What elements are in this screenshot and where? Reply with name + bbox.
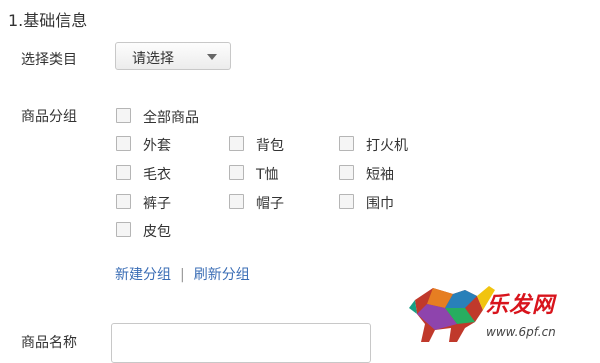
checkbox-label: 全部商品 xyxy=(143,110,199,126)
new-group-link[interactable]: 新建分组 xyxy=(115,267,171,283)
caret-down-icon xyxy=(207,54,217,60)
section-title: 1.基础信息 xyxy=(8,11,88,30)
group-actions: 新建分组 | 刷新分组 xyxy=(115,264,250,284)
checkbox-label: 皮包 xyxy=(143,224,171,240)
category-select[interactable]: 请选择 xyxy=(115,42,231,70)
refresh-group-link[interactable]: 刷新分组 xyxy=(194,267,250,283)
group-label: 商品分组 xyxy=(21,109,77,125)
checkbox-label: 打火机 xyxy=(366,138,408,154)
checkbox-box[interactable] xyxy=(339,165,354,180)
checkbox-box[interactable] xyxy=(116,222,131,237)
checkbox-label: 短袖 xyxy=(366,167,394,183)
checkbox-box[interactable] xyxy=(116,108,131,123)
checkbox-box[interactable] xyxy=(339,194,354,209)
checkbox-box[interactable] xyxy=(116,194,131,209)
category-select-value: 请选择 xyxy=(132,51,174,67)
checkbox-label: 裤子 xyxy=(143,196,171,212)
checkbox-label: 围巾 xyxy=(366,196,394,212)
category-label: 选择类目 xyxy=(21,52,77,68)
watermark-url: www.6pf.cn xyxy=(486,325,556,339)
checkbox-box[interactable] xyxy=(116,136,131,151)
checkbox-label: T恤 xyxy=(256,167,279,183)
checkbox-box[interactable] xyxy=(339,136,354,151)
link-separator: | xyxy=(180,267,185,283)
checkbox-label: 毛衣 xyxy=(143,167,171,183)
product-name-input[interactable] xyxy=(111,323,371,363)
checkbox-box[interactable] xyxy=(116,165,131,180)
checkbox-box[interactable] xyxy=(229,136,244,151)
checkbox-label: 外套 xyxy=(143,138,171,154)
watermark-brand: 乐发网 xyxy=(486,293,556,318)
checkbox-label: 帽子 xyxy=(256,196,284,212)
checkbox-label: 背包 xyxy=(256,138,284,154)
product-name-label: 商品名称 xyxy=(21,335,77,351)
checkbox-box[interactable] xyxy=(229,194,244,209)
checkbox-box[interactable] xyxy=(229,165,244,180)
